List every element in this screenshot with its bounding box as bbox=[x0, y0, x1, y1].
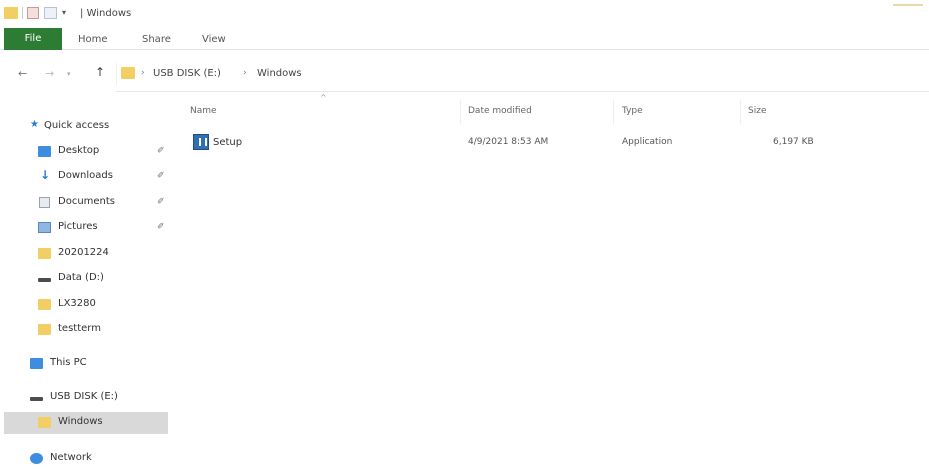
drive-icon bbox=[38, 278, 51, 282]
properties-icon[interactable] bbox=[27, 7, 39, 19]
sidebar-item-label: Pictures bbox=[58, 221, 98, 232]
sidebar-item-20201224[interactable]: 20201224 bbox=[0, 243, 170, 265]
sidebar-item-desktop[interactable]: Desktop ✐ bbox=[0, 141, 170, 163]
column-header-size[interactable]: Size bbox=[748, 106, 766, 122]
sort-ascending-icon: ^ bbox=[320, 93, 327, 102]
tab-file[interactable]: File bbox=[4, 28, 62, 50]
sidebar-item-documents[interactable]: Documents ✐ bbox=[0, 192, 170, 214]
window-title-text: Windows bbox=[86, 8, 132, 19]
sidebar-item-label: Desktop bbox=[58, 145, 100, 156]
drive-icon bbox=[30, 397, 43, 401]
up-arrow-icon[interactable]: ↑ bbox=[95, 65, 105, 79]
file-list: ^ Name Date modified Type Size Setup 4/9… bbox=[185, 92, 929, 471]
documents-icon bbox=[39, 197, 50, 208]
file-size: 6,197 KB bbox=[773, 137, 814, 147]
desktop-icon bbox=[38, 146, 51, 157]
setup-app-icon bbox=[193, 134, 209, 150]
download-icon: ↓ bbox=[40, 168, 51, 182]
sidebar-item-label: LX3280 bbox=[58, 298, 96, 309]
sidebar-item-label: 20201224 bbox=[58, 247, 109, 258]
folder-icon bbox=[38, 248, 51, 259]
sidebar-item-label: This PC bbox=[50, 357, 87, 368]
star-icon: ★ bbox=[30, 119, 39, 130]
folder-icon[interactable] bbox=[4, 7, 18, 19]
sidebar-item-this-pc[interactable]: This PC bbox=[0, 353, 170, 375]
column-divider[interactable] bbox=[460, 100, 461, 124]
tab-home[interactable]: Home bbox=[78, 31, 108, 49]
sidebar-item-label: Data (D:) bbox=[58, 272, 104, 283]
file-row[interactable]: Setup 4/9/2021 8:53 AM Application 6,197… bbox=[185, 132, 845, 154]
network-icon bbox=[30, 453, 43, 464]
tab-share[interactable]: Share bbox=[142, 31, 171, 49]
window-title: | Windows bbox=[80, 8, 131, 19]
toolbar-divider bbox=[22, 7, 23, 19]
forward-arrow-icon[interactable]: → bbox=[45, 67, 54, 80]
breadcrumb-windows[interactable]: Windows bbox=[257, 68, 302, 79]
sidebar-item-testterm[interactable]: testterm bbox=[0, 319, 170, 341]
sidebar-item-label: testterm bbox=[58, 323, 101, 334]
file-date-modified: 4/9/2021 8:53 AM bbox=[468, 137, 549, 147]
sidebar-item-downloads[interactable]: ↓ Downloads ✐ bbox=[0, 166, 170, 188]
sidebar-item-data-d[interactable]: Data (D:) bbox=[0, 268, 170, 290]
column-divider[interactable] bbox=[740, 100, 741, 124]
column-header-date-modified[interactable]: Date modified bbox=[468, 106, 532, 122]
column-header-type[interactable]: Type bbox=[622, 106, 643, 122]
tab-view[interactable]: View bbox=[202, 31, 226, 49]
folder-icon bbox=[38, 324, 51, 335]
navigation-pane: ★ Quick access Desktop ✐ ↓ Downloads ✐ D… bbox=[0, 108, 175, 471]
column-divider[interactable] bbox=[613, 100, 614, 124]
breadcrumb-usb-disk[interactable]: USB DISK (E:) bbox=[153, 68, 221, 79]
sidebar-item-network[interactable]: Network bbox=[0, 448, 170, 470]
breadcrumb-separator[interactable]: › bbox=[141, 68, 145, 78]
pin-icon[interactable]: ✐ bbox=[157, 222, 165, 232]
sidebar-item-label: Documents bbox=[58, 196, 116, 207]
sidebar-item-usb-disk[interactable]: USB DISK (E:) bbox=[0, 387, 170, 409]
column-header-name[interactable]: Name bbox=[190, 106, 217, 122]
folder-icon bbox=[38, 299, 51, 310]
sidebar-item-quick-access[interactable]: ★ Quick access bbox=[0, 116, 170, 138]
customize-quick-access-icon[interactable]: ▾ bbox=[62, 8, 66, 17]
sidebar-item-pictures[interactable]: Pictures ✐ bbox=[0, 217, 170, 239]
breadcrumb-separator[interactable]: › bbox=[243, 68, 247, 78]
pin-icon[interactable]: ✐ bbox=[157, 197, 165, 207]
ribbon: File Home Share View bbox=[0, 28, 929, 50]
pictures-icon bbox=[38, 222, 51, 233]
sidebar-item-label: Downloads bbox=[58, 170, 113, 181]
title-bar: ▾ | Windows bbox=[0, 0, 929, 28]
recent-locations-icon[interactable]: ▾ bbox=[67, 70, 71, 78]
sidebar-item-label: Quick access bbox=[44, 120, 110, 131]
pin-icon[interactable]: ✐ bbox=[157, 171, 165, 181]
back-arrow-icon[interactable]: ← bbox=[18, 67, 27, 80]
navigation-bar: ← → ▾ ↑ › USB DISK (E:) › Windows bbox=[0, 58, 929, 90]
pc-icon bbox=[30, 358, 43, 369]
sidebar-item-windows[interactable]: Windows bbox=[4, 412, 168, 434]
folder-icon bbox=[121, 67, 135, 79]
folder-icon bbox=[38, 417, 51, 428]
title-separator: | bbox=[80, 8, 84, 19]
file-name: Setup bbox=[213, 137, 243, 148]
new-folder-icon[interactable] bbox=[44, 7, 57, 19]
sidebar-item-label: USB DISK (E:) bbox=[50, 391, 118, 402]
address-bar[interactable]: › USB DISK (E:) › Windows bbox=[116, 63, 929, 85]
window-controls[interactable] bbox=[893, 4, 923, 6]
file-type: Application bbox=[622, 137, 673, 147]
pin-icon[interactable]: ✐ bbox=[157, 146, 165, 156]
sidebar-item-label: Network bbox=[50, 452, 92, 463]
sidebar-item-label: Windows bbox=[58, 416, 103, 427]
sidebar-item-lx3280[interactable]: LX3280 bbox=[0, 294, 170, 316]
